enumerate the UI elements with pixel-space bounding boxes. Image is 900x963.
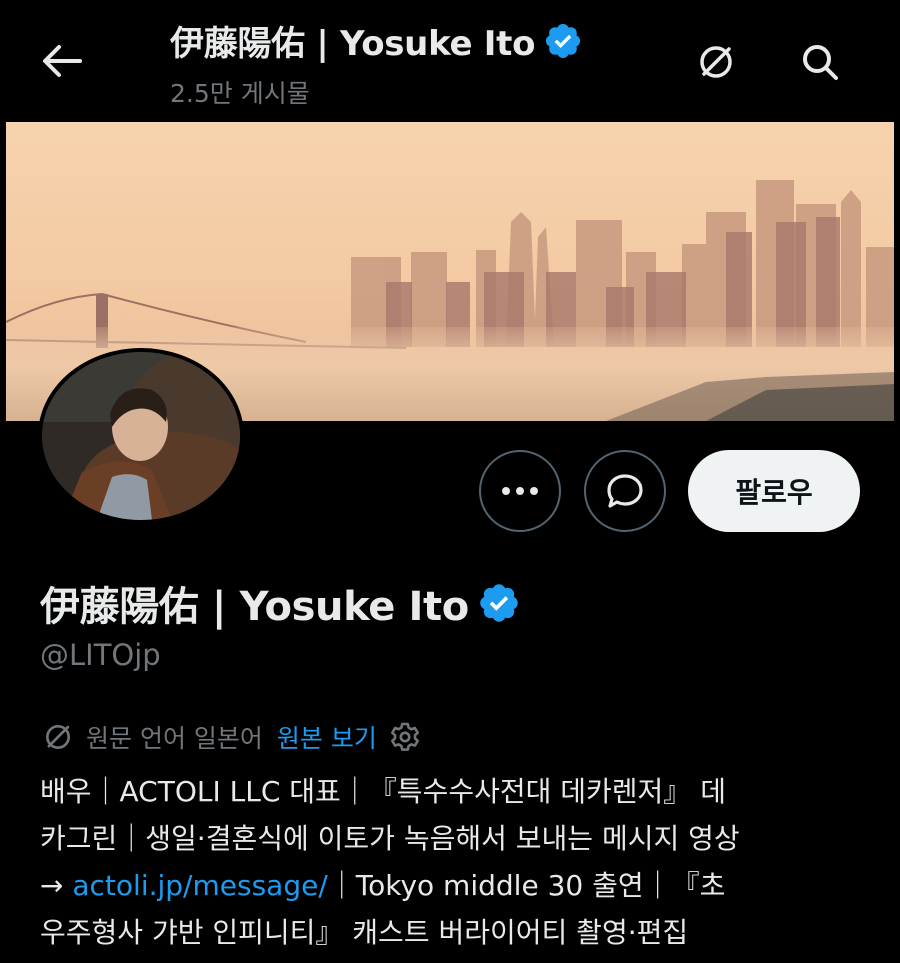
profile-name-text: 伊藤陽佑 | Yosuke Ito: [40, 584, 469, 630]
gear-icon[interactable]: [389, 721, 421, 753]
profile-bio: 배우｜ACTOLI LLC 대표｜『특수수사전대 데카렌저』 데 카그린｜생일·…: [40, 768, 880, 956]
header-title-text: 伊藤陽佑 | Yosuke Ito: [170, 24, 536, 64]
translate-icon: [46, 725, 70, 749]
bio-line-1: 배우｜ACTOLI LLC 대표｜『특수수사전대 데카렌저』 데: [40, 775, 726, 808]
message-icon: [607, 474, 643, 508]
bio-line-3: → actoli.jp/message/｜Tokyo middle 30 출연｜…: [40, 862, 880, 909]
profile-name: 伊藤陽佑 | Yosuke Ito: [40, 574, 521, 632]
profile-avatar[interactable]: [38, 348, 244, 524]
translate-button[interactable]: [692, 38, 740, 86]
translate-icon: [700, 46, 732, 78]
more-button[interactable]: [479, 450, 561, 532]
search-icon: [803, 45, 838, 80]
back-button[interactable]: [36, 38, 88, 84]
show-original-link[interactable]: 원본 보기: [277, 719, 377, 755]
search-button[interactable]: [796, 38, 844, 86]
bio-line-3-rest: ｜Tokyo middle 30 출연｜『초: [327, 869, 726, 902]
post-count: 2.5만 게시물: [170, 79, 310, 108]
source-language-text: 원문 언어 일본어: [86, 724, 263, 753]
avatar-image: [42, 352, 240, 520]
arrow-text: →: [40, 869, 73, 902]
verified-badge-icon: [480, 584, 518, 622]
more-icon: [502, 487, 538, 495]
translation-row: 원문 언어 일본어 원본 보기: [42, 718, 421, 756]
message-button[interactable]: [584, 450, 666, 532]
verified-badge-icon: [546, 23, 581, 58]
profile-handle: @LITOjp: [40, 638, 161, 672]
top-bar: 伊藤陽佑 | Yosuke Ito 2.5만 게시물: [0, 0, 900, 122]
bio-line-2: 카그린｜생일·결혼식에 이토가 녹음해서 보내는 메시지 영상: [40, 822, 740, 855]
bio-link[interactable]: actoli.jp/message/: [72, 869, 327, 902]
back-arrow-icon: [43, 45, 82, 77]
follow-button[interactable]: 팔로우: [688, 450, 860, 532]
header-title: 伊藤陽佑 | Yosuke Ito: [170, 16, 583, 65]
bio-line-4: 우주형사 갸반 인피니티』 캐스트 버라이어티 촬영·편집: [40, 916, 689, 949]
